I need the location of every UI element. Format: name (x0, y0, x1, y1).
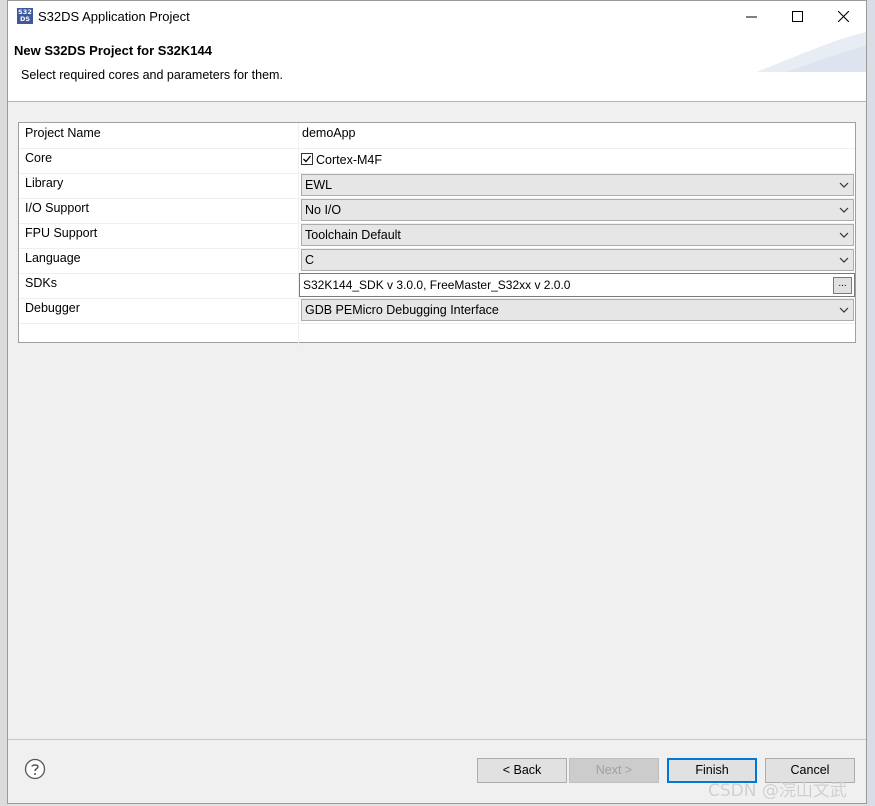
checkmark-icon (303, 155, 312, 163)
row-debugger: Debugger GDB PEMicro Debugging Interface (19, 298, 855, 324)
sdks-value: S32K144_SDK v 3.0.0, FreeMaster_S32xx v … (303, 278, 571, 292)
language-cell: C (298, 248, 856, 273)
chevron-down-icon (839, 182, 849, 188)
new-project-dialog: S32 DS S32DS Application Project New S32… (7, 0, 867, 804)
empty-cell (298, 323, 856, 348)
property-label: I/O Support (25, 201, 89, 215)
io-support-cell: No I/O (298, 198, 856, 223)
library-cell: EWL (298, 173, 856, 198)
help-icon[interactable] (24, 758, 46, 780)
row-empty (19, 323, 855, 348)
project-name-value[interactable]: demoApp (298, 123, 856, 148)
button-bar-separator (8, 739, 866, 740)
fpu-support-selected: Toolchain Default (305, 228, 401, 242)
watermark: CSDN @浣山文武 (708, 781, 847, 801)
sdks-cell: S32K144_SDK v 3.0.0, FreeMaster_S32xx v … (298, 273, 856, 298)
property-label: Language (25, 251, 81, 265)
fpu-support-dropdown[interactable]: Toolchain Default (301, 224, 854, 246)
project-name-text: demoApp (302, 126, 356, 140)
row-project-name: Project Name demoApp (19, 123, 855, 149)
chevron-down-icon (839, 232, 849, 238)
property-label: Debugger (25, 301, 80, 315)
language-selected: C (305, 253, 315, 267)
title-bar[interactable]: S32 DS S32DS Application Project (8, 1, 866, 32)
library-selected: EWL (305, 178, 333, 192)
sdks-field[interactable]: S32K144_SDK v 3.0.0, FreeMaster_S32xx v … (299, 273, 855, 297)
debugger-cell: GDB PEMicro Debugging Interface (298, 298, 856, 323)
row-io-support: I/O Support No I/O (19, 198, 855, 224)
wizard-banner: New S32DS Project for S32K144 Select req… (8, 32, 866, 102)
minimize-icon (745, 16, 757, 18)
close-button[interactable] (820, 1, 866, 32)
sdks-browse-button[interactable]: ... (833, 277, 852, 294)
background-window-edge-right (866, 0, 875, 806)
close-icon (837, 11, 849, 22)
property-label: FPU Support (25, 226, 98, 240)
project-properties-table: Project Name demoApp Core Cortex-M4F Lib… (18, 122, 856, 348)
wizard-title: New S32DS Project for S32K144 (14, 43, 212, 58)
maximize-icon (791, 11, 803, 22)
core-checkbox-label: Cortex-M4F (316, 153, 382, 167)
language-dropdown[interactable]: C (301, 249, 854, 271)
property-label: Project Name (25, 126, 101, 140)
core-checkbox[interactable] (301, 153, 313, 165)
row-core: Core Cortex-M4F (19, 148, 855, 174)
row-fpu-support: FPU Support Toolchain Default (19, 223, 855, 249)
property-label: Library (25, 176, 64, 190)
next-button[interactable]: Next > (569, 758, 659, 783)
minimize-button[interactable] (728, 1, 774, 32)
io-support-dropdown[interactable]: No I/O (301, 199, 854, 221)
property-label: Core (25, 151, 53, 165)
s32ds-app-icon: S32 DS (17, 8, 33, 24)
row-language: Language C (19, 248, 855, 274)
row-library: Library EWL (19, 173, 855, 199)
maximize-button[interactable] (774, 1, 820, 32)
debugger-selected: GDB PEMicro Debugging Interface (305, 303, 499, 317)
fpu-support-cell: Toolchain Default (298, 223, 856, 248)
chevron-down-icon (839, 257, 849, 263)
back-button[interactable]: < Back (477, 758, 567, 783)
debugger-dropdown[interactable]: GDB PEMicro Debugging Interface (301, 299, 854, 321)
core-value: Cortex-M4F (298, 148, 856, 173)
chevron-down-icon (839, 207, 849, 213)
window-title: S32DS Application Project (38, 9, 190, 24)
property-label: SDKs (25, 276, 57, 290)
chevron-down-icon (839, 307, 849, 313)
library-dropdown[interactable]: EWL (301, 174, 854, 196)
banner-decoration (756, 32, 866, 72)
row-sdks: SDKs S32K144_SDK v 3.0.0, FreeMaster_S32… (19, 273, 855, 299)
io-support-selected: No I/O (305, 203, 342, 217)
wizard-description: Select required cores and parameters for… (21, 68, 283, 82)
